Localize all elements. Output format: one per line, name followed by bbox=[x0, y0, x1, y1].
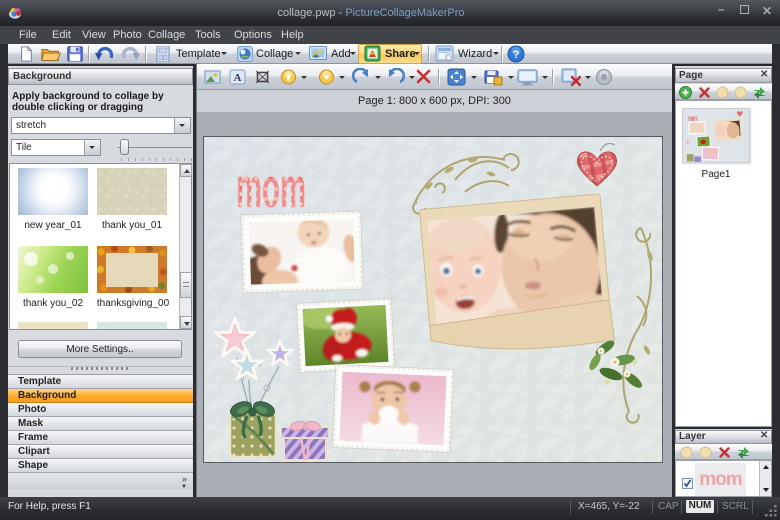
svg-text:A: A bbox=[234, 72, 242, 84]
svg-text:mom: mom bbox=[236, 156, 306, 220]
svg-text:?: ? bbox=[513, 49, 520, 61]
